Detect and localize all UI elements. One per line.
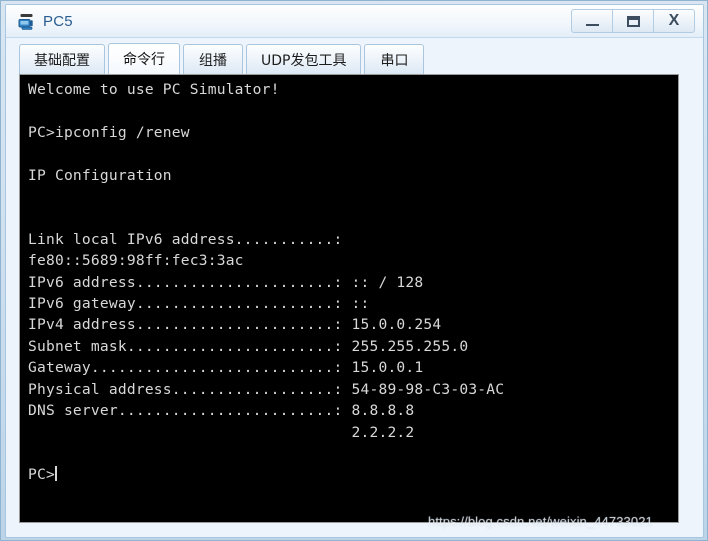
tab-udp-tool[interactable]: UDP发包工具: [246, 44, 362, 74]
tab-command-line[interactable]: 命令行: [108, 43, 180, 74]
window-controls: X: [571, 9, 703, 33]
terminal-text: Welcome to use PC Simulator! PC>ipconfig…: [28, 81, 505, 484]
tab-label: UDP发包工具: [261, 52, 347, 69]
pc-device-icon: [17, 12, 36, 31]
window-client-area: PC5 X 基础配置 命令行 组播 UDP发包工具 串口 Welcome to …: [5, 4, 704, 538]
window-title: PC5: [43, 12, 73, 30]
title-bar[interactable]: PC5 X: [6, 5, 703, 38]
close-button[interactable]: X: [653, 9, 695, 33]
close-icon: X: [668, 12, 680, 29]
tab-basic-config[interactable]: 基础配置: [19, 44, 105, 74]
tab-serial-port[interactable]: 串口: [364, 44, 425, 74]
title-bar-left: PC5: [6, 12, 571, 31]
application-window: PC5 X 基础配置 命令行 组播 UDP发包工具 串口 Welcome to …: [0, 0, 708, 541]
tab-label: 组播: [199, 52, 227, 69]
terminal-caret: [54, 466, 57, 482]
maximize-button[interactable]: [612, 9, 654, 33]
tab-bar: 基础配置 命令行 组播 UDP发包工具 串口: [6, 38, 703, 74]
terminal-panel[interactable]: Welcome to use PC Simulator! PC>ipconfig…: [19, 74, 679, 523]
tab-label: 串口: [380, 52, 409, 69]
minimize-button[interactable]: [571, 9, 613, 33]
terminal-output[interactable]: Welcome to use PC Simulator! PC>ipconfig…: [20, 75, 678, 522]
tab-label: 命令行: [123, 52, 165, 68]
tab-multicast[interactable]: 组播: [183, 44, 243, 74]
tab-label: 基础配置: [34, 52, 90, 69]
